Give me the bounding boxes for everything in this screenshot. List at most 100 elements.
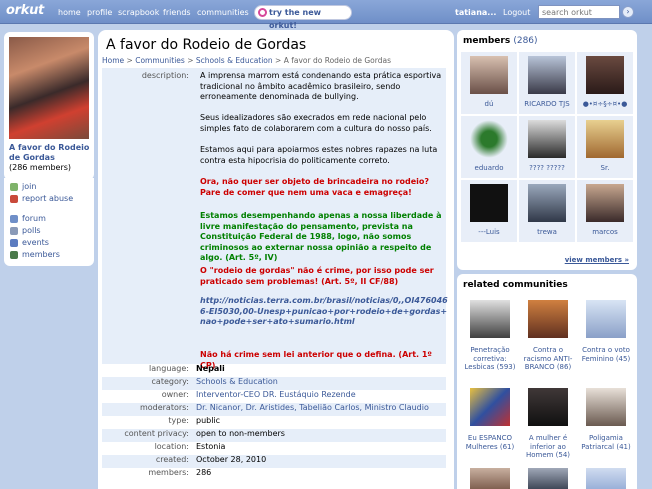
related-community-tile[interactable]: Poligamia Patriarcal (41) [577, 384, 633, 460]
breadcrumb-sep: > [126, 56, 133, 65]
description-p3: Estamos aqui para apoiarmos estes nobres… [200, 145, 438, 165]
page-title: A favor do Rodeio de Gordas [106, 37, 307, 53]
nav-scrapbook[interactable]: scrapbook [118, 8, 159, 17]
report-abuse-link[interactable]: report abuse [10, 194, 73, 203]
related-community-tile[interactable]: Eu ESPANCO Mulheres (61) [461, 384, 517, 460]
nav-communities[interactable]: communities [197, 8, 249, 17]
breadcrumb-current: A favor do Rodeio de Gordas [283, 56, 391, 65]
member-tile[interactable]: dú [461, 52, 517, 114]
owner-row: owner: Interventor-CEO DR. Eustáquio Rez… [102, 390, 446, 403]
orkut-logo[interactable]: orkut [6, 3, 44, 18]
search-input[interactable] [538, 5, 620, 19]
location-label: location: [154, 442, 189, 451]
description-p1: A imprensa marrom está condenando esta p… [200, 71, 442, 101]
moderators-value[interactable]: Dr. Nicanor, Dr. Aristides, Tabelião Car… [196, 403, 429, 412]
top-bar: orkut home profile scrapbook friends com… [0, 0, 652, 30]
related-community-photo [470, 468, 510, 489]
breadcrumb: Home > Communities > Schools & Education… [102, 56, 391, 65]
member-photo [470, 184, 508, 222]
community-photo[interactable] [9, 37, 89, 139]
polls-icon [10, 227, 18, 235]
try-new-orkut-label: try the new orkut! [269, 8, 322, 30]
member-photo [586, 184, 624, 222]
related-community-tile[interactable]: A mulher é inferior ao Homem (54) [519, 384, 575, 460]
related-community-photo [528, 468, 568, 489]
location-value: Estonia [196, 442, 226, 451]
member-photo [470, 56, 508, 94]
breadcrumb-sep: > [275, 56, 282, 65]
related-community-tile[interactable] [577, 464, 633, 489]
nav-friends[interactable]: friends [163, 8, 191, 17]
nav-profile[interactable]: profile [87, 8, 112, 17]
related-community-photo [586, 388, 626, 426]
privacy-row: content privacy: open to non-members [102, 429, 446, 442]
category-value[interactable]: Schools & Education [196, 377, 278, 386]
report-icon [10, 195, 18, 203]
language-row: language: Nepali [102, 364, 446, 377]
description-p6: O "rodeio de gordas" não é crime, por is… [200, 266, 434, 286]
current-user[interactable]: tatiana... [455, 8, 496, 17]
member-tile[interactable]: Sr. [577, 116, 633, 178]
member-photo [528, 120, 566, 158]
logout-link[interactable]: Logout [503, 8, 530, 17]
related-community-photo [586, 300, 626, 338]
members-icon [10, 251, 18, 259]
description-p5: Estamos desempenhando apenas a nossa lib… [200, 211, 442, 262]
member-tile[interactable]: marcos [577, 180, 633, 242]
moderators-label: moderators: [139, 403, 189, 412]
member-photo [586, 120, 624, 158]
description-link[interactable]: http://noticias.terra.com.br/brasil/noti… [200, 296, 450, 328]
description-label: description: [141, 71, 189, 80]
moderators-row: moderators: Dr. Nicanor, Dr. Aristides, … [102, 403, 446, 416]
join-icon [10, 183, 18, 191]
member-tile[interactable]: ●•¤÷§÷¤•● [577, 52, 633, 114]
created-value: October 28, 2010 [196, 455, 267, 464]
related-community-tile[interactable] [519, 464, 575, 489]
members-link[interactable]: members [10, 250, 60, 259]
type-value: public [196, 416, 221, 425]
search-go-icon[interactable]: › [622, 6, 634, 18]
related-community-photo [470, 388, 510, 426]
member-tile[interactable]: RICARDO TJS [519, 52, 575, 114]
description-p2: Seus idealizadores são execrados em rede… [200, 113, 432, 133]
join-link[interactable]: join [10, 182, 36, 191]
members-value: 286 [196, 468, 212, 477]
created-row: created: October 28, 2010 [102, 455, 446, 468]
member-tile[interactable]: ---Luis [461, 180, 517, 242]
breadcrumb-communities[interactable]: Communities [135, 56, 185, 65]
community-menu: join report abuse forum polls events mem… [4, 178, 94, 266]
member-tile[interactable]: ???? ????? [519, 116, 575, 178]
polls-link[interactable]: polls [10, 226, 41, 235]
member-photo [528, 56, 566, 94]
member-tile[interactable]: eduardo [461, 116, 517, 178]
events-link[interactable]: events [10, 238, 49, 247]
member-photo [586, 56, 624, 94]
member-tile[interactable]: trewa [519, 180, 575, 242]
community-card: A favor do Rodeio de Gordas (286 members… [4, 32, 94, 180]
breadcrumb-sep: > [187, 56, 194, 65]
nav-home[interactable]: home [58, 8, 81, 17]
related-community-tile[interactable]: Contra o voto Feminino (45) [577, 296, 633, 372]
forum-link[interactable]: forum [10, 214, 46, 223]
related-community-photo [470, 300, 510, 338]
description-p4: Ora, não quer ser objeto de brincadeira … [200, 177, 429, 197]
language-label: language: [149, 364, 189, 373]
category-row: category: Schools & Education [102, 377, 446, 390]
location-row: location: Estonia [102, 442, 446, 455]
member-photo [528, 184, 566, 222]
related-community-tile[interactable]: Penetração corretiva: Lesbicas (593) [461, 296, 517, 372]
type-label: type: [168, 416, 189, 425]
related-community-photo [528, 388, 568, 426]
members-label: members: [148, 468, 189, 477]
owner-label: owner: [161, 390, 189, 399]
related-community-tile[interactable] [461, 464, 517, 489]
events-icon [10, 239, 18, 247]
breadcrumb-home[interactable]: Home [102, 56, 124, 65]
orkut-ring-icon [258, 8, 267, 17]
owner-value[interactable]: Interventor-CEO DR. Eustáquio Rezende [196, 390, 356, 399]
community-name[interactable]: A favor do Rodeio de Gordas [9, 143, 91, 163]
breadcrumb-category[interactable]: Schools & Education [196, 56, 273, 65]
view-members-link[interactable]: view members » [565, 256, 629, 264]
related-community-tile[interactable]: Contra o racismo ANTI-BRANCO (86) [519, 296, 575, 372]
try-new-orkut-button[interactable]: try the new orkut! [254, 5, 352, 30]
